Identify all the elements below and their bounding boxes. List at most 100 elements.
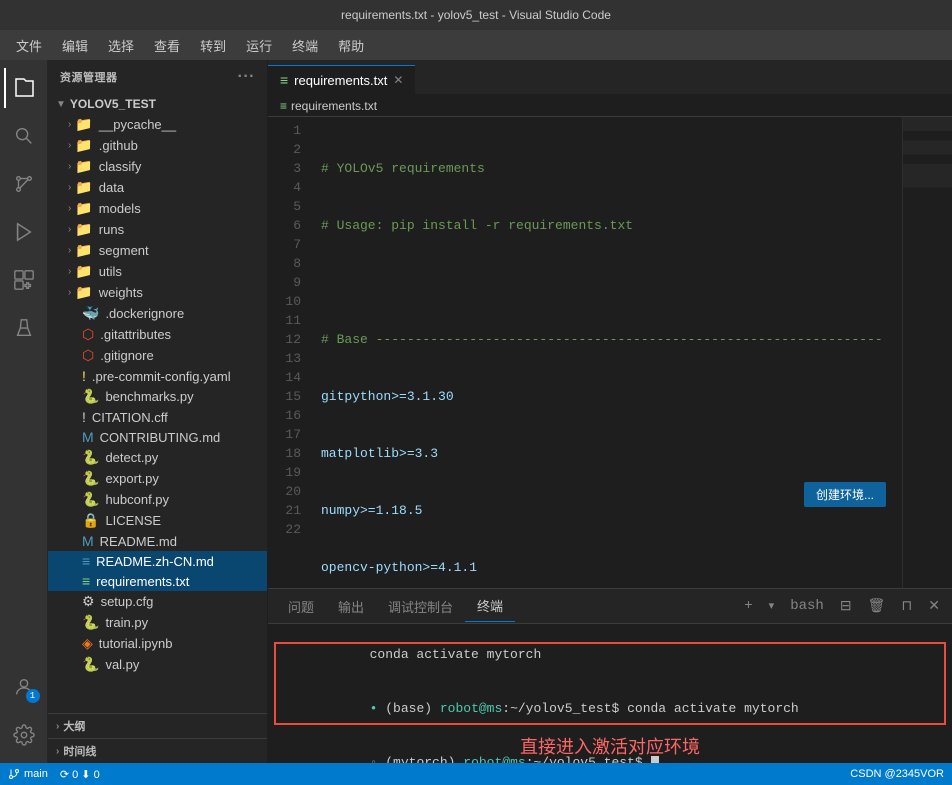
file-gitattributes[interactable]: ⬡ .gitattributes bbox=[48, 324, 267, 345]
file-val[interactable]: 🐍 val.py bbox=[48, 654, 267, 675]
folder-classify[interactable]: › 📁 classify bbox=[48, 156, 267, 177]
new-terminal-button[interactable]: + bbox=[740, 596, 756, 616]
terminal-content[interactable]: conda activate mytorch • (base) robot@ms… bbox=[268, 624, 952, 763]
outline-panel[interactable]: › 大纲 bbox=[48, 713, 267, 738]
menu-goto[interactable]: 转到 bbox=[192, 32, 234, 59]
timeline-panel[interactable]: › 时间线 bbox=[48, 738, 267, 763]
file-hubconf[interactable]: 🐍 hubconf.py bbox=[48, 489, 267, 510]
file-export[interactable]: 🐍 export.py bbox=[48, 468, 267, 489]
file-gitignore[interactable]: ⬡ .gitignore bbox=[48, 345, 267, 366]
maximize-panel-button[interactable]: ⊓ bbox=[897, 596, 916, 617]
minimap-content bbox=[903, 117, 952, 588]
create-env-button[interactable]: 创建环境... bbox=[804, 482, 886, 507]
file-label: hubconf.py bbox=[105, 492, 169, 507]
tab-output[interactable]: 输出 bbox=[326, 591, 376, 622]
activity-bar-bottom: 1 bbox=[4, 667, 44, 763]
file-requirements[interactable]: ≡ requirements.txt bbox=[48, 571, 267, 591]
status-bar-right: CSDN @2345VOR bbox=[850, 768, 944, 780]
folder-utils[interactable]: › 📁 utils bbox=[48, 261, 267, 282]
folder-label: data bbox=[99, 180, 124, 195]
tab-terminal[interactable]: 终端 bbox=[465, 590, 515, 622]
folder-label: .github bbox=[99, 138, 138, 153]
breadcrumb-file: requirements.txt bbox=[291, 99, 377, 113]
code-token: numpy>=1.18.5 bbox=[321, 501, 422, 520]
terminal-wrapper: conda activate mytorch • (base) robot@ms… bbox=[268, 624, 952, 763]
sidebar-more-button[interactable]: ··· bbox=[238, 68, 255, 86]
line-numbers: 12345 678910 1112131415 1617181920 2122 bbox=[268, 117, 313, 588]
close-panel-button[interactable]: ✕ bbox=[924, 596, 944, 617]
testing-icon[interactable] bbox=[4, 308, 44, 348]
folder-segment[interactable]: › 📁 segment bbox=[48, 240, 267, 261]
folder-github[interactable]: › 📁 .github bbox=[48, 135, 267, 156]
folder-pycache[interactable]: › 📁 __pycache__ bbox=[48, 114, 267, 135]
terminal-dropdown-button[interactable]: ▾ bbox=[765, 597, 779, 615]
root-folder[interactable]: ▼ YOLOV5_TEST bbox=[48, 94, 267, 114]
code-token: # Usage: pip install -r requirements.txt bbox=[321, 216, 633, 235]
extensions-icon[interactable] bbox=[4, 260, 44, 300]
sync-status: ⟳ 0 ⬇ 0 bbox=[60, 768, 100, 781]
file-dockerignore[interactable]: 🐳 .dockerignore bbox=[48, 303, 267, 324]
folder-icon: 📁 bbox=[75, 179, 92, 196]
file-contributing[interactable]: M CONTRIBUTING.md bbox=[48, 427, 267, 447]
folder-icon: 📁 bbox=[75, 200, 92, 217]
search-icon[interactable] bbox=[4, 116, 44, 156]
python-file-icon: 🐍 bbox=[82, 656, 99, 673]
file-label: setup.cfg bbox=[101, 594, 154, 609]
menu-terminal[interactable]: 终端 bbox=[284, 32, 326, 59]
tab-debug-console[interactable]: 调试控制台 bbox=[376, 591, 465, 622]
folder-weights[interactable]: › 📁 weights bbox=[48, 282, 267, 303]
folder-label: utils bbox=[99, 264, 122, 279]
panel-tab-bar: 问题 输出 调试控制台 终端 + ▾ bash ⊟ 🗑 ⊓ ✕ bbox=[268, 589, 952, 624]
file-benchmarks[interactable]: 🐍 benchmarks.py bbox=[48, 386, 267, 407]
folder-models[interactable]: › 📁 models bbox=[48, 198, 267, 219]
main-layout: 1 资源管理器 ··· ▼ YOLOV5_TEST › 📁 __py bbox=[0, 60, 952, 763]
md-file-icon: M bbox=[82, 429, 94, 445]
menu-view[interactable]: 查看 bbox=[146, 32, 188, 59]
run-debug-icon[interactable] bbox=[4, 212, 44, 252]
file-label: LICENSE bbox=[105, 513, 161, 528]
tab-requirements[interactable]: ≡ requirements.txt ✕ bbox=[268, 65, 415, 94]
files-icon[interactable] bbox=[4, 68, 44, 108]
menu-help[interactable]: 帮助 bbox=[330, 32, 372, 59]
account-badge: 1 bbox=[26, 689, 40, 703]
tab-close-button[interactable]: ✕ bbox=[393, 73, 403, 87]
folder-icon: 📁 bbox=[75, 221, 92, 238]
source-control-icon[interactable] bbox=[4, 164, 44, 204]
file-citation[interactable]: ! CITATION.cff bbox=[48, 407, 267, 427]
file-tutorial[interactable]: ◈ tutorial.ipynb bbox=[48, 633, 267, 654]
menu-select[interactable]: 选择 bbox=[100, 32, 142, 59]
tab-problems[interactable]: 问题 bbox=[276, 591, 326, 622]
code-token bbox=[321, 273, 329, 292]
code-content: # YOLOv5 requirements # Usage: pip insta… bbox=[313, 117, 902, 588]
folder-icon: 📁 bbox=[75, 116, 92, 133]
file-readme-cn[interactable]: ≡ README.zh-CN.md bbox=[48, 551, 267, 571]
code-editor[interactable]: 12345 678910 1112131415 1617181920 2122 … bbox=[268, 117, 902, 588]
file-setup[interactable]: ⚙ setup.cfg bbox=[48, 591, 267, 612]
file-detect[interactable]: 🐍 detect.py bbox=[48, 447, 267, 468]
terminal-line-3: ◦ (mytorch) robot@ms:~/yolov5_test$ bbox=[276, 736, 944, 763]
file-label: export.py bbox=[105, 471, 158, 486]
minimap bbox=[902, 117, 952, 588]
account-icon[interactable]: 1 bbox=[4, 667, 44, 707]
python-file-icon: 🐍 bbox=[82, 614, 99, 631]
license-file-icon: 🔒 bbox=[82, 512, 99, 529]
folder-data[interactable]: › 📁 data bbox=[48, 177, 267, 198]
title-bar: requirements.txt - yolov5_test - Visual … bbox=[0, 0, 952, 30]
folder-runs[interactable]: › 📁 runs bbox=[48, 219, 267, 240]
file-train[interactable]: 🐍 train.py bbox=[48, 612, 267, 633]
menu-run[interactable]: 运行 bbox=[238, 32, 280, 59]
file-readme[interactable]: M README.md bbox=[48, 531, 267, 551]
menu-file[interactable]: 文件 bbox=[8, 32, 50, 59]
file-precommit[interactable]: ! .pre-commit-config.yaml bbox=[48, 366, 267, 386]
ipynb-file-icon: ◈ bbox=[82, 635, 93, 652]
menu-edit[interactable]: 编辑 bbox=[54, 32, 96, 59]
file-label: CITATION.cff bbox=[92, 410, 168, 425]
file-license[interactable]: 🔒 LICENSE bbox=[48, 510, 267, 531]
panel-actions: + ▾ bash ⊟ 🗑 ⊓ ✕ bbox=[740, 596, 944, 617]
split-terminal-button[interactable]: ⊟ bbox=[836, 596, 856, 617]
outline-label: 大纲 bbox=[63, 718, 85, 734]
kill-terminal-button[interactable]: 🗑 bbox=[864, 596, 890, 617]
settings-icon[interactable] bbox=[4, 715, 44, 755]
code-token: # YOLOv5 requirements bbox=[321, 159, 485, 178]
sidebar-header: 资源管理器 ··· bbox=[48, 60, 267, 94]
